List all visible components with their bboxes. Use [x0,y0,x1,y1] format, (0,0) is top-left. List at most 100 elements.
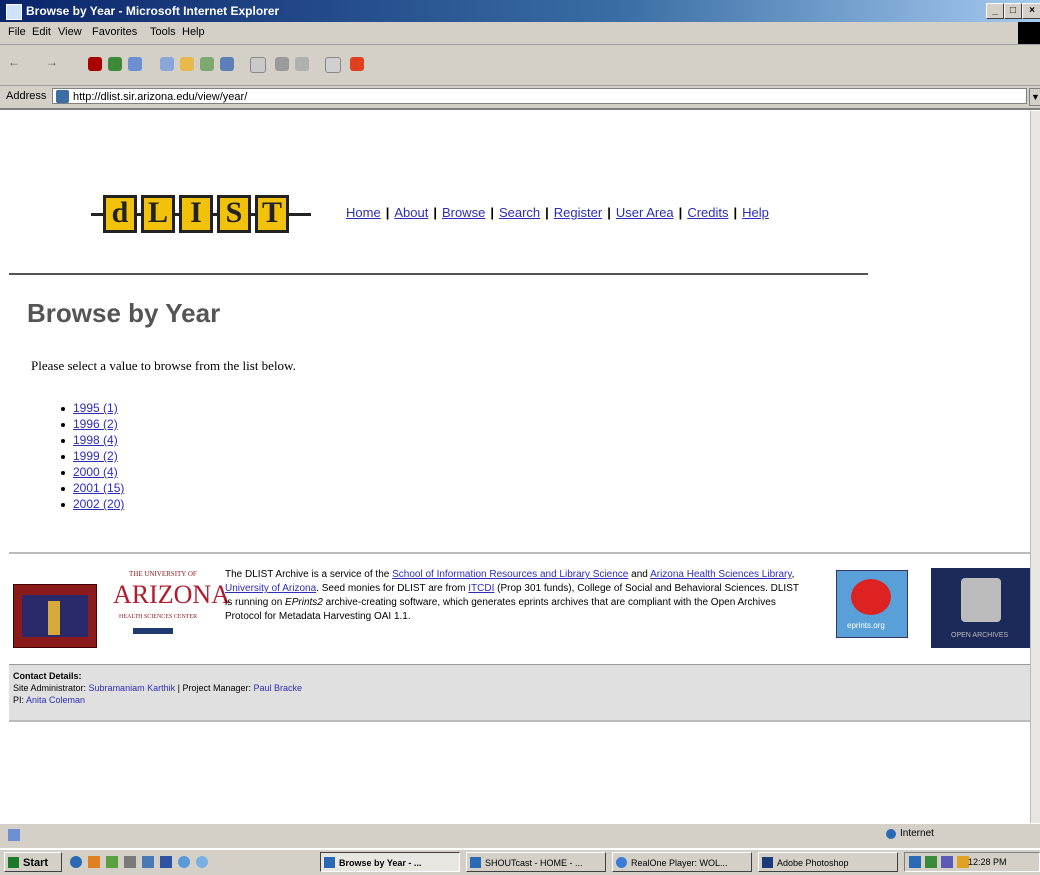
dlist-logo[interactable]: d L I S T [91,189,311,239]
year-link[interactable]: 2001 (15) [73,481,124,495]
quicklaunch-winamp-icon[interactable] [88,856,100,868]
ua-link[interactable]: University of Arizona [225,583,316,594]
nav-help[interactable]: Help [742,205,769,220]
search-icon[interactable] [160,57,174,71]
address-dropdown[interactable]: ▼ [1029,88,1040,106]
year-list: 1995 (1) 1996 (2) 1998 (4) 1999 (2) 2000… [61,401,124,513]
task-realone-button[interactable]: RealOne Player: WOL... [612,852,752,872]
menu-view[interactable]: View [58,26,82,38]
logo-letter: L [141,195,175,233]
tray-icon[interactable] [941,856,953,868]
quicklaunch-ie-icon[interactable] [70,856,82,868]
address-bar: Address http://dlist.sir.arizona.edu/vie… [0,86,1040,110]
open-archives-label: OPEN ARCHIVES [951,632,1009,639]
menu-edit[interactable]: Edit [32,26,51,38]
toolbar: ← → [0,45,1040,86]
task-shoutcast-button[interactable]: SHOUTcast - HOME - ... [466,852,606,872]
year-link[interactable]: 1999 (2) [73,449,118,463]
start-button[interactable]: Start [4,852,62,872]
discuss-icon[interactable] [325,57,341,73]
itcdi-link[interactable]: ITCDI [468,583,494,594]
quicklaunch-app-icon[interactable] [178,856,190,868]
ie-icon [470,857,481,868]
task-ie-button[interactable]: Browse by Year - ... [320,852,460,872]
tray-icon[interactable] [909,856,921,868]
quicklaunch-app-icon[interactable] [142,856,154,868]
ie-icon [324,857,335,868]
edit-icon[interactable] [295,57,309,71]
tray-icon[interactable] [925,856,937,868]
footer-description: The DLIST Archive is a service of the Sc… [225,569,799,622]
eprints-logo[interactable]: eprints.org [836,570,908,638]
logo-letter: S [217,195,251,233]
pm-link[interactable]: Paul Bracke [254,683,303,693]
print-icon[interactable] [275,57,289,71]
sirls-link[interactable]: School of Information Resources and Libr… [392,569,628,580]
close-button[interactable]: × [1022,3,1040,19]
list-item: 1998 (4) [61,433,124,449]
header-divider [9,273,868,275]
messenger-icon[interactable] [350,57,364,71]
contact-heading: Contact Details: [13,671,82,681]
nav-user-area[interactable]: User Area [616,205,674,220]
vertical-scrollbar[interactable] [1030,111,1040,823]
stop-icon[interactable] [88,57,102,71]
nav-register[interactable]: Register [554,205,602,220]
window-title: Browse by Year - Microsoft Internet Expl… [26,4,280,18]
nav-home[interactable]: Home [346,205,381,220]
menu-file[interactable]: File [8,26,26,38]
list-item: 2000 (4) [61,465,124,481]
open-archives-logo[interactable]: OPEN ARCHIVES [931,568,1030,648]
menu-tools[interactable]: Tools [150,26,176,38]
media-icon[interactable] [220,57,234,71]
forward-arrow-icon[interactable]: → [46,55,60,69]
minimize-button[interactable]: _ [986,3,1004,19]
pi-link[interactable]: Anita Coleman [26,695,85,705]
taskbar-clock: 12:28 PM [968,857,1007,867]
page-status-icon [8,829,20,841]
windows-logo-icon [1018,22,1040,44]
logo-letter: T [255,195,289,233]
taskbar: Start Browse by Year - ... SHOUTcast - H… [0,848,1040,875]
globe-icon [886,829,896,839]
home-icon[interactable] [128,57,142,71]
ie-icon [6,4,22,20]
university-of-arizona-logo[interactable]: THE UNIVERSITY OF ARIZONA HEALTH SCIENCE… [109,570,230,654]
quicklaunch-app-icon[interactable] [196,856,208,868]
nav-search[interactable]: Search [499,205,540,220]
year-link[interactable]: 2002 (20) [73,497,124,511]
year-link[interactable]: 2000 (4) [73,465,118,479]
year-link[interactable]: 1998 (4) [73,433,118,447]
quicklaunch-app-icon[interactable] [124,856,136,868]
window-title-bar[interactable]: Browse by Year - Microsoft Internet Expl… [0,0,1040,22]
back-arrow-icon[interactable]: ← [8,55,22,69]
cactus-logo[interactable] [13,584,97,648]
favorites-icon[interactable] [180,57,194,71]
logo-letter: d [103,195,137,233]
nav-about[interactable]: About [394,205,428,220]
page-content: d L I S T Home | About | Browse | Search | Regis… [9,111,1030,823]
year-link[interactable]: 1995 (1) [73,401,118,415]
quicklaunch-app-icon[interactable] [160,856,172,868]
refresh-icon[interactable] [108,57,122,71]
page-icon [56,90,69,103]
arizona-logo-main: ARIZONA [113,580,230,609]
history-icon[interactable] [200,57,214,71]
maximize-button[interactable]: □ [1004,3,1022,19]
quicklaunch-app-icon[interactable] [106,856,118,868]
admin-link[interactable]: Subramaniam Karthik [89,683,176,693]
nav-browse[interactable]: Browse [442,205,485,220]
list-item: 1995 (1) [61,401,124,417]
task-photoshop-button[interactable]: Adobe Photoshop [758,852,898,872]
list-item: 2001 (15) [61,481,124,497]
year-link[interactable]: 1996 (2) [73,417,118,431]
logo-letter: I [179,195,213,233]
nav-credits[interactable]: Credits [687,205,728,220]
menu-favorites[interactable]: Favorites [92,26,137,38]
mail-icon[interactable] [250,57,266,73]
footer: THE UNIVERSITY OF ARIZONA HEALTH SCIENCE… [9,552,1030,664]
ahsl-link[interactable]: Arizona Health Sciences Library [650,569,792,580]
menu-help[interactable]: Help [182,26,205,38]
zone-label: Internet [900,828,934,839]
address-input[interactable]: http://dlist.sir.arizona.edu/view/year/ [52,88,1027,104]
